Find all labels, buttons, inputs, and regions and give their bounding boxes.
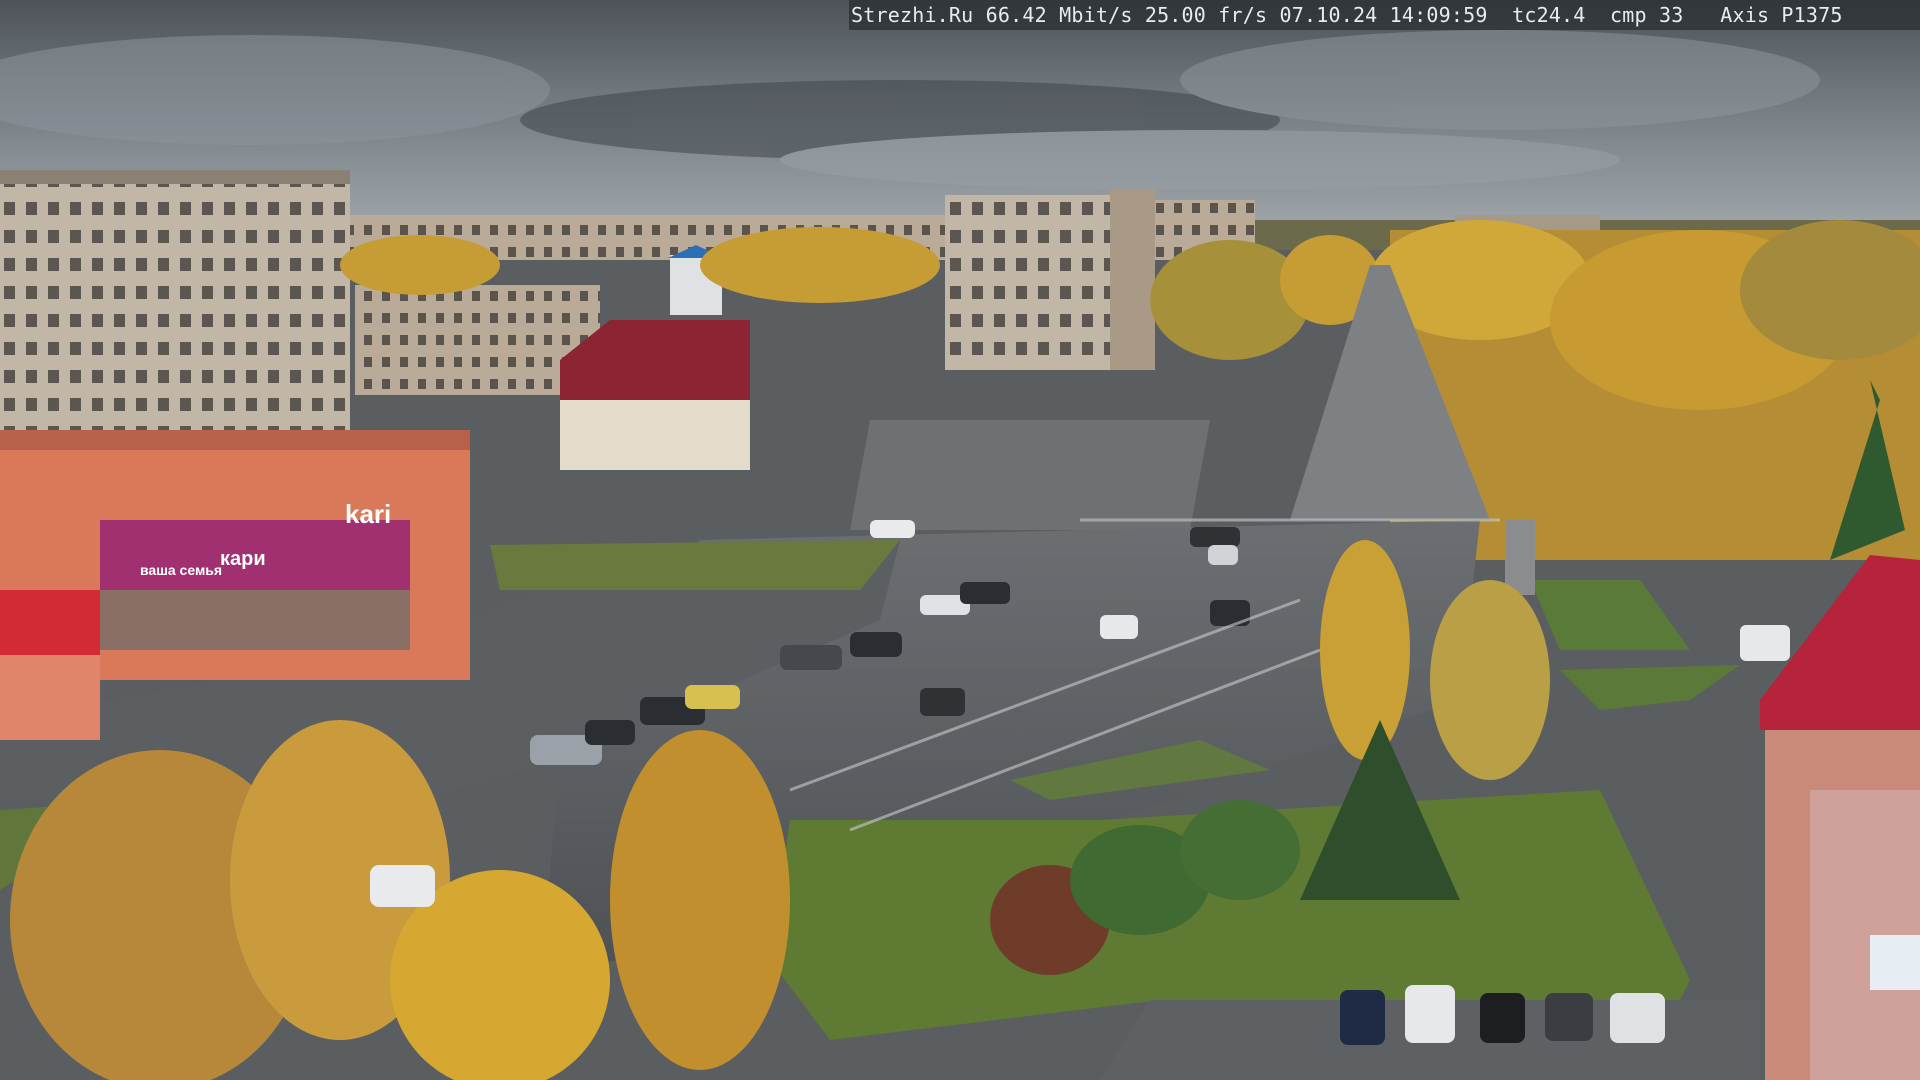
monument-base bbox=[1505, 520, 1535, 595]
car bbox=[960, 582, 1010, 604]
parked-car bbox=[1545, 993, 1593, 1041]
grass-left-square bbox=[490, 540, 900, 590]
overlay-camera-model: Axis P1375 bbox=[1720, 3, 1843, 27]
red-roof-house bbox=[560, 320, 750, 470]
car bbox=[1190, 527, 1240, 547]
kari-store-tagline: ваша семья bbox=[140, 562, 222, 578]
overlay-framerate: 25.00 fr/s bbox=[1144, 3, 1268, 27]
parked-car bbox=[870, 520, 915, 538]
overlay-bitrate: 66.42 Mbit/s bbox=[985, 3, 1133, 27]
overlay-datetime: 07.10.24 14:09:59 bbox=[1279, 3, 1488, 27]
parked-car bbox=[1405, 985, 1455, 1043]
car bbox=[1208, 545, 1238, 565]
parked-car bbox=[1340, 990, 1385, 1045]
overlay-site: Strezhi.Ru bbox=[851, 3, 974, 27]
car bbox=[780, 645, 842, 670]
parked-car bbox=[1480, 993, 1525, 1043]
plaza bbox=[850, 420, 1210, 530]
kari-store-logo: kari bbox=[345, 499, 391, 529]
overlay-compression: cmp 33 bbox=[1610, 3, 1684, 27]
camera-info-overlay: Strezhi.Ru 66.42 Mbit/s 25.00 fr/s 07.10… bbox=[849, 0, 1920, 30]
car bbox=[1100, 615, 1138, 639]
bush-green2 bbox=[1180, 800, 1300, 900]
overlay-temperature: tc24.4 bbox=[1512, 3, 1586, 27]
webcam-scene: kari кари ваша семья bbox=[0, 0, 1920, 1080]
car bbox=[850, 632, 902, 657]
parked-car bbox=[1610, 993, 1665, 1043]
car bbox=[920, 688, 965, 716]
car bbox=[685, 685, 740, 709]
car bbox=[370, 865, 435, 907]
car bbox=[585, 720, 635, 745]
kari-store-banner: кари bbox=[220, 548, 266, 570]
car bbox=[1740, 625, 1790, 661]
